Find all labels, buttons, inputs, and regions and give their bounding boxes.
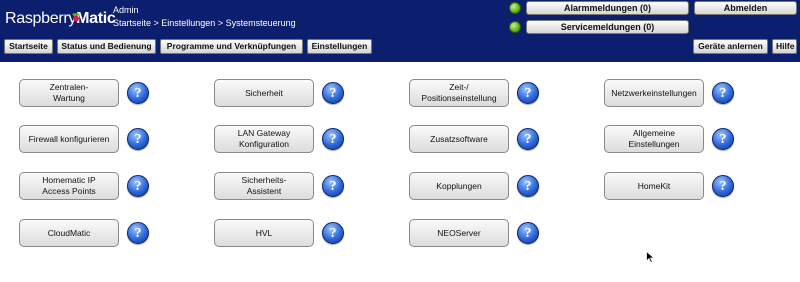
help-icon[interactable]: ?	[517, 128, 539, 150]
help-icon[interactable]: ?	[322, 82, 344, 104]
service-status-icon	[509, 21, 521, 33]
kopplungen-button[interactable]: Kopplungen	[409, 172, 509, 200]
logo-text-raspberry: Raspberry	[5, 10, 77, 27]
allgemeine-einstellungen-button[interactable]: Allgemeine Einstellungen	[604, 125, 704, 153]
nav-geraete-anlernen-button[interactable]: Geräte anlernen	[693, 39, 768, 54]
logo-text-matic: Matic	[76, 10, 116, 27]
help-icon[interactable]: ?	[322, 222, 344, 244]
help-icon[interactable]: ?	[127, 82, 149, 104]
help-icon[interactable]: ?	[712, 82, 734, 104]
nav-einstellungen-button[interactable]: Einstellungen	[307, 39, 372, 54]
logged-in-user: Admin	[113, 5, 139, 15]
nav-programme-button[interactable]: Programme und Verknüpfungen	[160, 39, 303, 54]
nav-status-button[interactable]: Status und Bedienung	[57, 39, 156, 54]
nav-hilfe-button[interactable]: Hilfe	[772, 39, 797, 54]
sicherheit-button[interactable]: Sicherheit	[214, 79, 314, 107]
help-icon[interactable]: ?	[127, 175, 149, 197]
neoserver-button[interactable]: NEOServer	[409, 219, 509, 247]
homematic-ip-access-points-button[interactable]: Homematic IP Access Points	[19, 172, 119, 200]
alarm-messages-button[interactable]: Alarmmeldungen (0)	[526, 1, 689, 15]
help-icon[interactable]: ?	[322, 175, 344, 197]
help-icon[interactable]: ?	[127, 222, 149, 244]
header-bar: RaspberryMatic Admin Startseite > Einste…	[0, 0, 800, 62]
zusatzsoftware-button[interactable]: Zusatzsoftware	[409, 125, 509, 153]
logout-button[interactable]: Abmelden	[694, 1, 797, 15]
cloudmatic-button[interactable]: CloudMatic	[19, 219, 119, 247]
help-icon[interactable]: ?	[127, 128, 149, 150]
sicherheits-assistent-button[interactable]: Sicherheits- Assistent	[214, 172, 314, 200]
help-icon[interactable]: ?	[712, 175, 734, 197]
raspberrymatic-logo: RaspberryMatic	[5, 10, 116, 28]
breadcrumb: Startseite > Einstellungen > Systemsteue…	[113, 18, 296, 28]
help-icon[interactable]: ?	[517, 175, 539, 197]
raspberry-icon	[72, 13, 80, 22]
firewall-konfigurieren-button[interactable]: Firewall konfigurieren	[19, 125, 119, 153]
help-icon[interactable]: ?	[322, 128, 344, 150]
help-icon[interactable]: ?	[517, 222, 539, 244]
netzwerkeinstellungen-button[interactable]: Netzwerkeinstellungen	[604, 79, 704, 107]
zentralen-wartung-button[interactable]: Zentralen- Wartung	[19, 79, 119, 107]
help-icon[interactable]: ?	[712, 128, 734, 150]
service-messages-button[interactable]: Servicemeldungen (0)	[526, 20, 689, 34]
mouse-cursor-icon	[646, 251, 655, 263]
lan-gateway-konfiguration-button[interactable]: LAN Gateway Konfiguration	[214, 125, 314, 153]
hvl-button[interactable]: HVL	[214, 219, 314, 247]
nav-startseite-button[interactable]: Startseite	[4, 39, 53, 54]
homekit-button[interactable]: HomeKit	[604, 172, 704, 200]
zeit-positionseinstellung-button[interactable]: Zeit-/Positionseinstellung	[409, 79, 509, 107]
help-icon[interactable]: ?	[517, 82, 539, 104]
alarm-status-icon	[509, 2, 521, 14]
